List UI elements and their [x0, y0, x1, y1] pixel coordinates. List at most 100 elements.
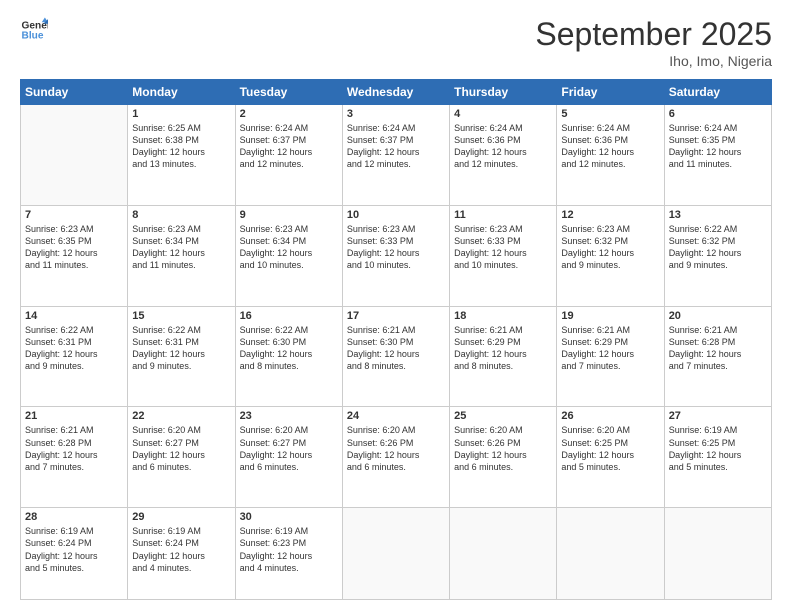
week-row-2: 7 Sunrise: 6:23 AM Sunset: 6:35 PM Daylig…	[21, 205, 772, 306]
title-block: September 2025 Iho, Imo, Nigeria	[535, 16, 772, 69]
day-info: Sunrise: 6:23 AM Sunset: 6:33 PM Dayligh…	[347, 223, 445, 272]
day-info: Sunrise: 6:23 AM Sunset: 6:34 PM Dayligh…	[132, 223, 230, 272]
day-info: Sunrise: 6:22 AM Sunset: 6:30 PM Dayligh…	[240, 324, 338, 373]
day-number: 21	[25, 410, 123, 422]
calendar-table: Sunday Monday Tuesday Wednesday Thursday…	[20, 79, 772, 600]
svg-text:Blue: Blue	[22, 31, 44, 42]
day-number: 14	[25, 310, 123, 322]
col-saturday: Saturday	[664, 80, 771, 105]
day-info: Sunrise: 6:19 AM Sunset: 6:25 PM Dayligh…	[669, 424, 767, 473]
day-number: 18	[454, 310, 552, 322]
day-number: 7	[25, 209, 123, 221]
location: Iho, Imo, Nigeria	[535, 53, 772, 69]
day-info: Sunrise: 6:19 AM Sunset: 6:24 PM Dayligh…	[25, 525, 123, 574]
day-number: 17	[347, 310, 445, 322]
day-info: Sunrise: 6:24 AM Sunset: 6:37 PM Dayligh…	[240, 122, 338, 171]
table-row: 19 Sunrise: 6:21 AM Sunset: 6:29 PM Dayli…	[557, 306, 664, 407]
table-row: 6 Sunrise: 6:24 AM Sunset: 6:35 PM Daylig…	[664, 105, 771, 206]
table-row	[664, 508, 771, 600]
table-row: 29Sunrise: 6:19 AM Sunset: 6:24 PM Dayli…	[128, 508, 235, 600]
day-info: Sunrise: 6:24 AM Sunset: 6:37 PM Dayligh…	[347, 122, 445, 171]
col-sunday: Sunday	[21, 80, 128, 105]
table-row: 21 Sunrise: 6:21 AM Sunset: 6:28 PM Dayli…	[21, 407, 128, 508]
day-number: 30	[240, 511, 338, 523]
table-row: 14 Sunrise: 6:22 AM Sunset: 6:31 PM Dayli…	[21, 306, 128, 407]
day-number: 3	[347, 108, 445, 120]
table-row: 3 Sunrise: 6:24 AM Sunset: 6:37 PM Daylig…	[342, 105, 449, 206]
day-number: 12	[561, 209, 659, 221]
day-number: 24	[347, 410, 445, 422]
day-number: 28	[25, 511, 123, 523]
day-info: Sunrise: 6:24 AM Sunset: 6:36 PM Dayligh…	[561, 122, 659, 171]
table-row: 15 Sunrise: 6:22 AM Sunset: 6:31 PM Dayli…	[128, 306, 235, 407]
table-row: 28 Sunrise: 6:19 AM Sunset: 6:24 PM Dayli…	[21, 508, 128, 600]
table-row: 7 Sunrise: 6:23 AM Sunset: 6:35 PM Daylig…	[21, 205, 128, 306]
day-number: 6	[669, 108, 767, 120]
col-tuesday: Tuesday	[235, 80, 342, 105]
table-row: 23Sunrise: 6:20 AM Sunset: 6:27 PM Dayli…	[235, 407, 342, 508]
day-info: Sunrise: 6:21 AM Sunset: 6:29 PM Dayligh…	[561, 324, 659, 373]
table-row: 8 Sunrise: 6:23 AM Sunset: 6:34 PM Daylig…	[128, 205, 235, 306]
calendar-header-row: Sunday Monday Tuesday Wednesday Thursday…	[21, 80, 772, 105]
day-number: 4	[454, 108, 552, 120]
day-number: 2	[240, 108, 338, 120]
day-info: Sunrise: 6:23 AM Sunset: 6:32 PM Dayligh…	[561, 223, 659, 272]
day-number: 11	[454, 209, 552, 221]
day-info: Sunrise: 6:22 AM Sunset: 6:31 PM Dayligh…	[25, 324, 123, 373]
day-info: Sunrise: 6:21 AM Sunset: 6:29 PM Dayligh…	[454, 324, 552, 373]
table-row: 22Sunrise: 6:20 AM Sunset: 6:27 PM Dayli…	[128, 407, 235, 508]
table-row: 27 Sunrise: 6:19 AM Sunset: 6:25 PM Dayli…	[664, 407, 771, 508]
table-row: 17Sunrise: 6:21 AM Sunset: 6:30 PM Dayli…	[342, 306, 449, 407]
day-info: Sunrise: 6:22 AM Sunset: 6:31 PM Dayligh…	[132, 324, 230, 373]
day-number: 29	[132, 511, 230, 523]
page-header: General Blue September 2025 Iho, Imo, Ni…	[20, 16, 772, 69]
table-row: 9 Sunrise: 6:23 AM Sunset: 6:34 PM Daylig…	[235, 205, 342, 306]
table-row: 18 Sunrise: 6:21 AM Sunset: 6:29 PM Dayli…	[450, 306, 557, 407]
table-row: 26Sunrise: 6:20 AM Sunset: 6:25 PM Dayli…	[557, 407, 664, 508]
week-row-1: 1Sunrise: 6:25 AM Sunset: 6:38 PM Daylig…	[21, 105, 772, 206]
col-friday: Friday	[557, 80, 664, 105]
day-info: Sunrise: 6:19 AM Sunset: 6:23 PM Dayligh…	[240, 525, 338, 574]
day-info: Sunrise: 6:20 AM Sunset: 6:26 PM Dayligh…	[347, 424, 445, 473]
table-row: 25Sunrise: 6:20 AM Sunset: 6:26 PM Dayli…	[450, 407, 557, 508]
day-number: 8	[132, 209, 230, 221]
day-number: 5	[561, 108, 659, 120]
table-row: 24 Sunrise: 6:20 AM Sunset: 6:26 PM Dayli…	[342, 407, 449, 508]
day-number: 26	[561, 410, 659, 422]
day-info: Sunrise: 6:21 AM Sunset: 6:28 PM Dayligh…	[25, 424, 123, 473]
day-info: Sunrise: 6:20 AM Sunset: 6:27 PM Dayligh…	[132, 424, 230, 473]
table-row: 16 Sunrise: 6:22 AM Sunset: 6:30 PM Dayli…	[235, 306, 342, 407]
table-row: 10Sunrise: 6:23 AM Sunset: 6:33 PM Dayli…	[342, 205, 449, 306]
day-info: Sunrise: 6:23 AM Sunset: 6:34 PM Dayligh…	[240, 223, 338, 272]
table-row: 1Sunrise: 6:25 AM Sunset: 6:38 PM Daylig…	[128, 105, 235, 206]
table-row: 13 Sunrise: 6:22 AM Sunset: 6:32 PM Dayli…	[664, 205, 771, 306]
logo: General Blue	[20, 16, 48, 44]
table-row: 11 Sunrise: 6:23 AM Sunset: 6:33 PM Dayli…	[450, 205, 557, 306]
table-row	[450, 508, 557, 600]
day-number: 27	[669, 410, 767, 422]
table-row: 5 Sunrise: 6:24 AM Sunset: 6:36 PM Daylig…	[557, 105, 664, 206]
day-info: Sunrise: 6:23 AM Sunset: 6:35 PM Dayligh…	[25, 223, 123, 272]
table-row	[557, 508, 664, 600]
day-number: 23	[240, 410, 338, 422]
day-number: 25	[454, 410, 552, 422]
day-info: Sunrise: 6:21 AM Sunset: 6:28 PM Dayligh…	[669, 324, 767, 373]
table-row	[342, 508, 449, 600]
day-number: 13	[669, 209, 767, 221]
month-title: September 2025	[535, 16, 772, 53]
day-info: Sunrise: 6:23 AM Sunset: 6:33 PM Dayligh…	[454, 223, 552, 272]
table-row	[21, 105, 128, 206]
logo-icon: General Blue	[20, 16, 48, 44]
day-info: Sunrise: 6:24 AM Sunset: 6:36 PM Dayligh…	[454, 122, 552, 171]
day-info: Sunrise: 6:22 AM Sunset: 6:32 PM Dayligh…	[669, 223, 767, 272]
day-number: 19	[561, 310, 659, 322]
table-row: 30 Sunrise: 6:19 AM Sunset: 6:23 PM Dayli…	[235, 508, 342, 600]
day-number: 20	[669, 310, 767, 322]
day-number: 15	[132, 310, 230, 322]
day-number: 16	[240, 310, 338, 322]
day-info: Sunrise: 6:24 AM Sunset: 6:35 PM Dayligh…	[669, 122, 767, 171]
day-number: 9	[240, 209, 338, 221]
table-row: 4 Sunrise: 6:24 AM Sunset: 6:36 PM Daylig…	[450, 105, 557, 206]
table-row: 12 Sunrise: 6:23 AM Sunset: 6:32 PM Dayli…	[557, 205, 664, 306]
table-row: 20 Sunrise: 6:21 AM Sunset: 6:28 PM Dayli…	[664, 306, 771, 407]
